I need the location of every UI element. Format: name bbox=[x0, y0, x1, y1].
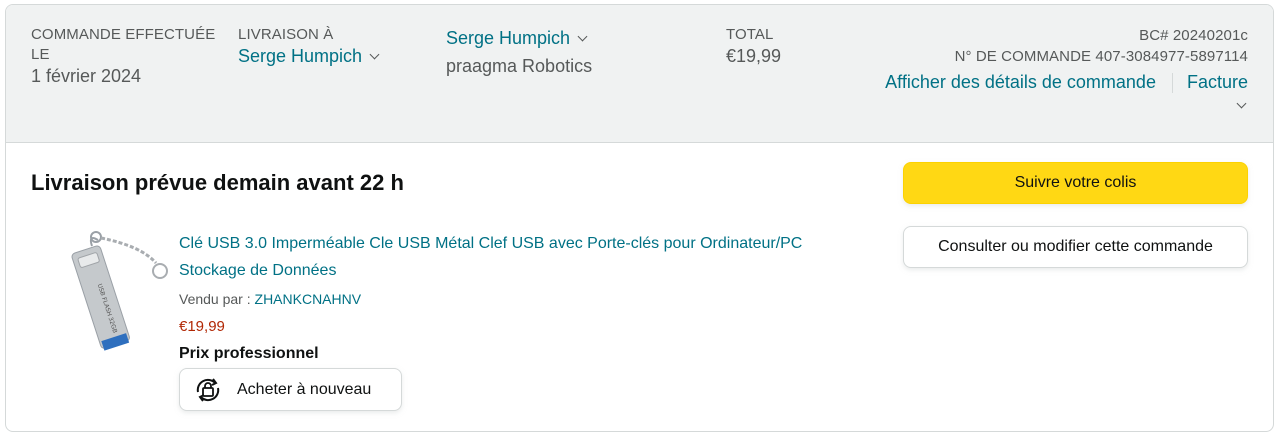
recipient-dropdown[interactable]: Serge Humpich bbox=[446, 27, 676, 49]
po-number: BC# 20240201c bbox=[1139, 27, 1248, 44]
delivery-status: Livraison prévue demain avant 22 h bbox=[31, 170, 404, 195]
recipient-block: Serge Humpich praagma Robotics bbox=[446, 27, 676, 77]
recipient-name: Serge Humpich bbox=[446, 28, 571, 48]
usb-drive-image: USB FLASH 32GB bbox=[71, 231, 168, 351]
track-package-button[interactable]: Suivre votre colis bbox=[903, 162, 1248, 204]
ship-to-block: LIVRAISON À Serge Humpich bbox=[238, 25, 428, 67]
order-details-link[interactable]: Afficher des détails de commande bbox=[885, 72, 1156, 92]
order-info-block: BC# 20240201c N° DE COMMANDE 407-3084977… bbox=[818, 25, 1248, 94]
chevron-down-icon[interactable] bbox=[1236, 98, 1247, 109]
order-number: N° DE COMMANDE 407-3084977-5897114 bbox=[954, 48, 1248, 65]
chevron-down-icon bbox=[369, 49, 380, 60]
order-date-block: COMMANDE EFFECTUÉE LE 1 février 2024 bbox=[31, 25, 231, 87]
product-price: €19,99 bbox=[179, 318, 225, 335]
price-type: Prix professionnel bbox=[179, 345, 319, 362]
link-divider bbox=[1171, 73, 1173, 94]
product-title-link[interactable]: Clé USB 3.0 Imperméable Cle USB Métal Cl… bbox=[179, 230, 819, 284]
order-header: COMMANDE EFFECTUÉE LE 1 février 2024 LIV… bbox=[6, 5, 1273, 143]
company-name: praagma Robotics bbox=[446, 56, 593, 76]
order-card: COMMANDE EFFECTUÉE LE 1 février 2024 LIV… bbox=[5, 4, 1274, 432]
buy-again-button[interactable]: Acheter à nouveau bbox=[179, 368, 402, 411]
order-placed-label: COMMANDE EFFECTUÉE LE bbox=[31, 26, 216, 63]
order-date: 1 février 2024 bbox=[31, 66, 142, 86]
ship-to-label: LIVRAISON À bbox=[238, 26, 334, 43]
chevron-down-icon bbox=[577, 31, 588, 42]
invoice-link[interactable]: Facture bbox=[1187, 72, 1248, 92]
seller-link[interactable]: ZHANKCNAHNV bbox=[255, 291, 362, 307]
buy-again-icon bbox=[196, 377, 220, 402]
ship-to-dropdown[interactable]: Serge Humpich bbox=[238, 45, 428, 67]
order-links: Afficher des détails de commande Facture bbox=[818, 71, 1248, 94]
ship-to-name: Serge Humpich bbox=[238, 46, 363, 66]
sold-by-label: Vendu par : bbox=[179, 291, 255, 307]
manage-order-button[interactable]: Consulter ou modifier cette commande bbox=[903, 226, 1248, 268]
sold-by: Vendu par : ZHANKCNAHNV bbox=[179, 291, 361, 307]
buy-again-label: Acheter à nouveau bbox=[237, 380, 372, 398]
product-image[interactable]: USB FLASH 32GB bbox=[68, 228, 168, 353]
